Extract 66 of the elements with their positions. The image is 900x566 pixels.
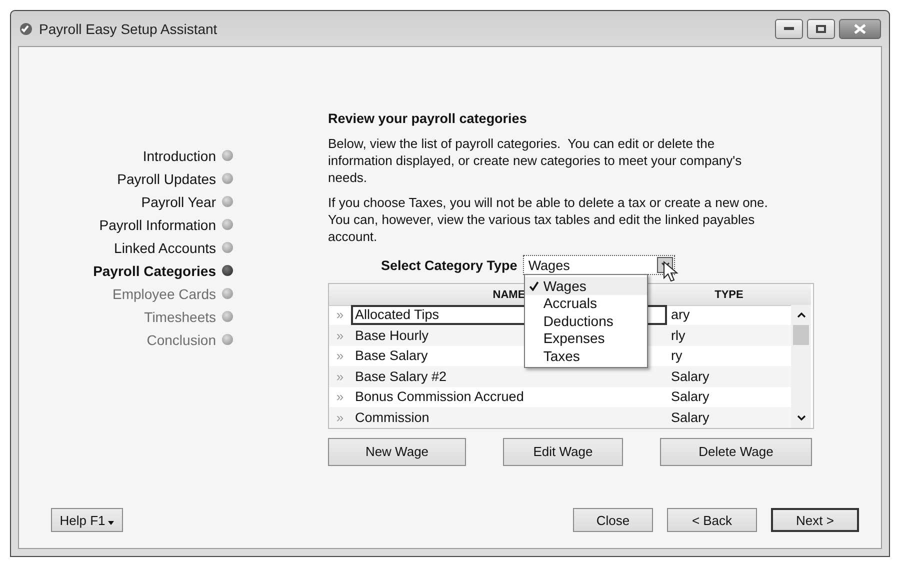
dropdown-option[interactable]: Taxes	[525, 347, 648, 364]
action-button[interactable]: Edit Wage	[503, 438, 623, 466]
status-dot-icon	[222, 150, 233, 161]
step-label: Linked Accounts	[114, 240, 216, 256]
step-label: Conclusion	[146, 332, 216, 348]
select-label: Select Category Type	[381, 258, 518, 272]
minimize-button[interactable]	[775, 18, 803, 38]
row-marker: »	[329, 407, 351, 428]
table-cell: Salary	[667, 407, 791, 428]
instruction-text: If you choose Taxes, you will not be able to delete a tax or create a new one. You can, however, view the various tax tables and edit the linked payables account.	[328, 194, 769, 245]
checkmark-icon	[529, 280, 540, 291]
row-marker: »	[335, 306, 345, 324]
step-label: Employee Cards	[112, 286, 216, 302]
close-button[interactable]	[839, 18, 881, 38]
caret-icon	[108, 520, 114, 526]
table-cell-text: ary	[670, 306, 691, 324]
maximize-button[interactable]	[807, 18, 835, 38]
table-cell: Salary	[667, 366, 791, 386]
table-cell[interactable]: Base Salary	[351, 346, 523, 366]
step-label: Timesheets	[144, 308, 216, 324]
status-dot-icon	[222, 265, 233, 276]
table-cell[interactable]: Bonus Commission Accrued	[351, 386, 524, 407]
status-dot-icon	[222, 334, 233, 345]
nav-button[interactable]: < Back	[667, 508, 757, 532]
status-dot-icon	[222, 242, 233, 253]
table-cell: rly	[667, 325, 791, 346]
window-title: Payroll Easy Setup Assistant	[39, 20, 218, 36]
scroll-down-icon[interactable]	[796, 414, 806, 420]
dropdown-option[interactable]: Deductions	[525, 312, 648, 330]
instruction-text: Below, view the list of payroll categories. You can edit or delete the information displayed, or create new categories to meet your company's needs.	[328, 135, 743, 186]
scroll-up-icon[interactable]	[796, 312, 806, 318]
app-icon	[19, 22, 33, 36]
status-dot-icon	[222, 196, 233, 207]
close-icon	[854, 24, 866, 34]
status-dot-icon	[222, 311, 233, 322]
status-dot-icon	[222, 288, 233, 299]
dropdown-option[interactable]: Wages	[525, 277, 648, 294]
nav-button[interactable]: Next >	[771, 508, 859, 532]
row-marker: »	[335, 388, 345, 406]
section-heading: Review your payroll categories	[328, 111, 528, 126]
step-label: Payroll Categories	[93, 262, 216, 278]
chevron-down-icon	[660, 262, 670, 268]
column-header[interactable]: TYPE	[667, 284, 791, 306]
header-cell	[329, 284, 351, 306]
row-marker: »	[329, 325, 351, 346]
action-button[interactable]: Delete Wage	[660, 438, 812, 466]
status-dot-icon	[222, 219, 233, 230]
action-button[interactable]: New Wage	[328, 438, 466, 466]
step-label: Payroll Information	[99, 216, 216, 232]
step-label: Payroll Updates	[117, 170, 216, 186]
category-dropdown[interactable]: Wages	[523, 255, 676, 275]
table-cell-text: Salary	[670, 388, 710, 406]
dropdown-option[interactable]: Expenses	[525, 330, 648, 347]
step-label: Introduction	[142, 148, 216, 164]
minimize-icon	[784, 26, 794, 30]
status-dot-icon	[222, 173, 233, 184]
scrollbar-thumb[interactable]	[793, 324, 809, 344]
help-button[interactable]: Help F1	[51, 508, 123, 532]
table-cell-text: ry	[670, 347, 684, 366]
header-cell	[791, 284, 811, 306]
row-marker: »	[329, 366, 351, 386]
table-cell[interactable]: Allocated Tips	[351, 304, 523, 325]
nav-button[interactable]: Close	[573, 508, 653, 532]
step-label: Payroll Year	[141, 194, 216, 210]
row-marker: »	[335, 347, 345, 366]
maximize-icon	[816, 24, 826, 32]
